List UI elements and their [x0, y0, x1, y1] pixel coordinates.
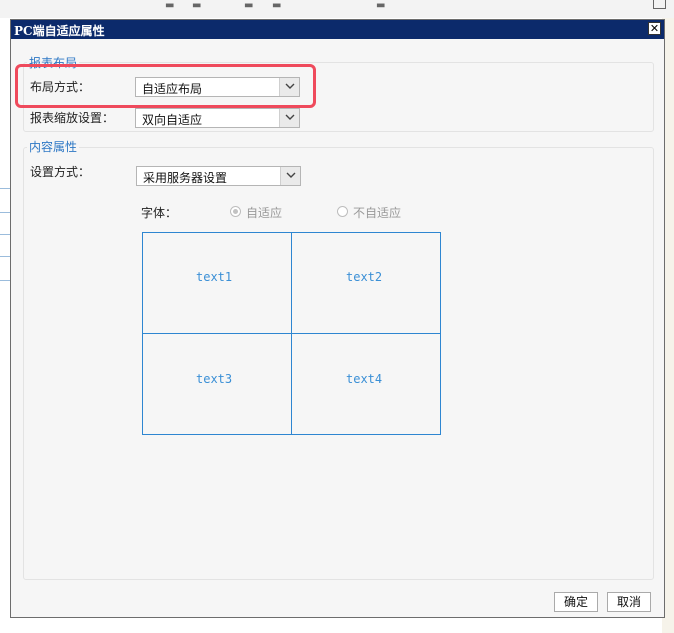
radio-icon[interactable]	[230, 206, 241, 217]
highlight-annotation	[15, 64, 316, 108]
preview-cell-4: text4	[346, 372, 383, 386]
font-label: 字体：	[141, 206, 178, 220]
cancel-button[interactable]: 取消	[607, 592, 651, 612]
report-scale-label: 报表缩放设置：	[30, 111, 115, 125]
radio-icon[interactable]	[337, 206, 348, 217]
close-icon: ✕	[649, 22, 660, 35]
grid-divider	[143, 333, 440, 334]
grid-icon	[653, 0, 666, 9]
dialog-titlebar[interactable]: PC端自适应属性 ✕	[11, 20, 664, 39]
chevron-down-icon[interactable]	[279, 109, 299, 127]
report-scale-select[interactable]: 双向自适应	[135, 108, 300, 128]
close-button[interactable]: ✕	[648, 22, 661, 35]
preview-cell-1: text1	[196, 270, 233, 284]
preview-grid: text1 text2 text3 text4	[142, 232, 441, 435]
ok-button[interactable]: 确定	[554, 592, 598, 612]
setting-mode-value: 采用服务器设置	[143, 171, 228, 185]
setting-mode-label: 设置方式：	[30, 165, 91, 179]
font-non-adaptive-label: 不自适应	[353, 206, 402, 220]
toolbar-icon: ▬	[192, 0, 202, 11]
toolbar-icon: ▬	[165, 0, 175, 11]
chevron-down-icon[interactable]	[280, 167, 300, 185]
toolbar-icon: ▬	[376, 0, 386, 11]
preview-cell-2: text2	[346, 270, 383, 284]
dialog-title: PC端自适应属性	[14, 24, 105, 38]
toolbar-icon: ▬	[244, 0, 254, 11]
pc-adaptive-properties-dialog: PC端自适应属性 ✕ 报表布局 布局方式： 自适应布局 报表缩放设置： 双向自适…	[10, 19, 665, 618]
preview-cell-3: text3	[196, 372, 233, 386]
report-scale-value: 双向自适应	[142, 113, 203, 127]
background-toolbar: ▬ ▬ ▬ ▬ ▬	[0, 0, 674, 18]
font-adaptive-label: 自适应	[246, 206, 283, 220]
setting-mode-select[interactable]: 采用服务器设置	[136, 166, 301, 186]
content-properties-section-title: 内容属性	[27, 138, 80, 155]
toolbar-icon: ▬	[272, 0, 282, 11]
